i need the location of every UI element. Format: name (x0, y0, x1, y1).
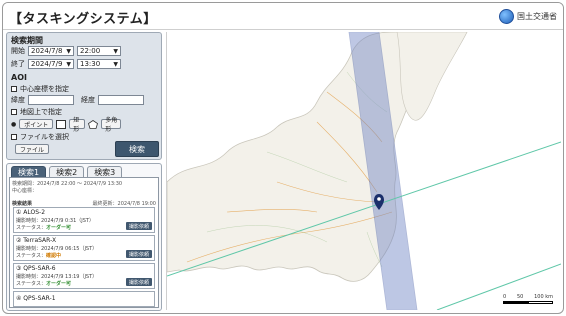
status-badge: オーダー可 (46, 225, 72, 231)
tab-content: 検索期間：2024/7/8 22:00 〜 2024/7/9 13:30 中心座… (9, 177, 159, 308)
satellite-name: ④ QPS-SAR-1 (16, 295, 56, 302)
rectangle-icon (56, 119, 67, 129)
aoi-section-title: AOI (11, 73, 27, 82)
end-row: 終了 2024/7/9 ▼ 13:30 ▼ (11, 59, 121, 69)
request-button[interactable]: 撮影依頼 (126, 278, 152, 286)
scale-label: 0 (503, 294, 507, 300)
start-time-select[interactable]: 22:00 ▼ (77, 46, 121, 56)
start-date-value: 2024/7/8 (31, 47, 63, 55)
mlit-logo-icon (499, 9, 514, 24)
start-date-select[interactable]: 2024/7/8 ▼ (28, 46, 74, 56)
result-tabs: 検索1 検索2 検索3 (11, 166, 123, 177)
lat-input[interactable] (28, 95, 74, 105)
polygon-icon (88, 119, 99, 129)
draw-tools-row: ● ポイント 矩形 多角形 (11, 117, 122, 133)
map-option-label: 地図上で指定 (20, 108, 62, 116)
lon-input[interactable] (98, 95, 144, 105)
result-card[interactable]: ③ QPS-SAR-6 撮影時刻：2024/7/9 13:19（JST） ステー… (13, 263, 155, 289)
brand-label: 国土交通省 (517, 12, 557, 21)
request-button[interactable]: 撮影依頼 (126, 222, 152, 230)
file-checkbox[interactable] (11, 134, 17, 140)
tab-search-3[interactable]: 検索3 (87, 166, 123, 177)
satellite-name: ① ALOS-2 (16, 209, 46, 216)
sidebar: 検索期間 開始 2024/7/8 ▼ 22:00 ▼ 終了 2024/7/9 ▼ 13… (6, 32, 162, 311)
map-select-checkbox[interactable] (11, 109, 17, 115)
point-button[interactable]: ポイント (19, 119, 54, 129)
file-option[interactable]: ファイルを選択 (11, 132, 69, 142)
map-view[interactable]: 0 50 100 km (166, 32, 561, 310)
status-label: ステータス： (16, 281, 47, 287)
request-button[interactable]: 撮影依頼 (126, 250, 152, 258)
chevron-down-icon: ▼ (66, 47, 71, 55)
period-section-title: 検索期間 (11, 36, 43, 45)
start-time-value: 22:00 (80, 47, 101, 55)
scale-label: 100 km (534, 294, 553, 300)
status-label: ステータス： (16, 225, 47, 231)
end-time-value: 13:30 (80, 60, 101, 68)
chevron-down-icon: ▼ (66, 60, 71, 68)
end-date-value: 2024/7/9 (31, 60, 63, 68)
landmass-north (396, 32, 468, 121)
end-time-select[interactable]: 13:30 ▼ (77, 59, 121, 69)
results-panel: 検索1 検索2 検索3 検索期間：2024/7/8 22:00 〜 2024/7… (6, 163, 162, 311)
capture-time: 撮影時刻：2024/7/9 13:19（JST） (16, 274, 98, 280)
polygon-button[interactable]: 多角形 (101, 117, 122, 133)
status-label: ステータス： (16, 253, 47, 259)
search-period-text: 検索期間：2024/7/8 22:00 〜 2024/7/9 13:30 (12, 181, 123, 187)
start-label: 開始 (11, 47, 25, 55)
start-row: 開始 2024/7/8 ▼ 22:00 ▼ (11, 46, 121, 56)
scale-bar: 0 50 100 km (503, 294, 553, 304)
header: 【タスキングシステム】 国土交通省 (3, 3, 563, 30)
map-option[interactable]: 地図上で指定 (11, 107, 62, 117)
file-button[interactable]: ファイル (15, 144, 49, 154)
map-canvas[interactable] (167, 32, 561, 310)
chevron-down-icon: ▼ (113, 60, 118, 68)
brand: 国土交通省 (499, 9, 557, 24)
capture-time: 撮影時刻：2024/7/9 06:15（JST） (16, 246, 98, 252)
end-date-select[interactable]: 2024/7/9 ▼ (28, 59, 74, 69)
result-card[interactable]: ① ALOS-2 撮影時刻：2024/7/9 0:31（JST） ステータス：オ… (13, 207, 155, 233)
result-card[interactable]: ④ QPS-SAR-1 (13, 291, 155, 307)
scale-label: 50 (516, 294, 524, 300)
chevron-down-icon: ▼ (113, 47, 118, 55)
center-coord-text: 中心座標： (12, 188, 38, 194)
center-option[interactable]: 中心座標を指定 (11, 84, 69, 94)
point-marker-icon: ● (11, 120, 17, 128)
tab-search-1[interactable]: 検索1 (11, 166, 47, 177)
capture-time: 撮影時刻：2024/7/9 0:31（JST） (16, 218, 94, 224)
coord-row: 緯度 経度 (11, 95, 144, 105)
app-window: 【タスキングシステム】 国土交通省 検索期間 開始 2024/7/8 ▼ 22:0… (2, 2, 564, 314)
file-option-label: ファイルを選択 (20, 133, 69, 141)
search-button[interactable]: 検索 (115, 141, 159, 157)
center-checkbox[interactable] (11, 86, 17, 92)
lat-label: 緯度 (11, 96, 25, 104)
status-badge: オーダー可 (46, 281, 72, 287)
last-updated-text: 最終更新：2024/7/8 19:00 (92, 201, 156, 207)
search-panel: 検索期間 開始 2024/7/8 ▼ 22:00 ▼ 終了 2024/7/9 ▼ 13… (6, 32, 162, 160)
rect-button[interactable]: 矩形 (69, 117, 86, 133)
center-option-label: 中心座標を指定 (20, 85, 69, 93)
app-title: 【タスキングシステム】 (9, 12, 157, 27)
tab-search-2[interactable]: 検索2 (49, 166, 85, 177)
satellite-name: ③ QPS-SAR-6 (16, 265, 56, 272)
lon-label: 経度 (81, 96, 95, 104)
satellite-name: ② TerraSAR-X (16, 237, 57, 244)
result-card[interactable]: ② TerraSAR-X 撮影時刻：2024/7/9 06:15（JST） ステ… (13, 235, 155, 261)
end-label: 終了 (11, 60, 25, 68)
result-header: 検索結果 (12, 201, 33, 207)
status-badge: 確認中 (46, 253, 62, 259)
